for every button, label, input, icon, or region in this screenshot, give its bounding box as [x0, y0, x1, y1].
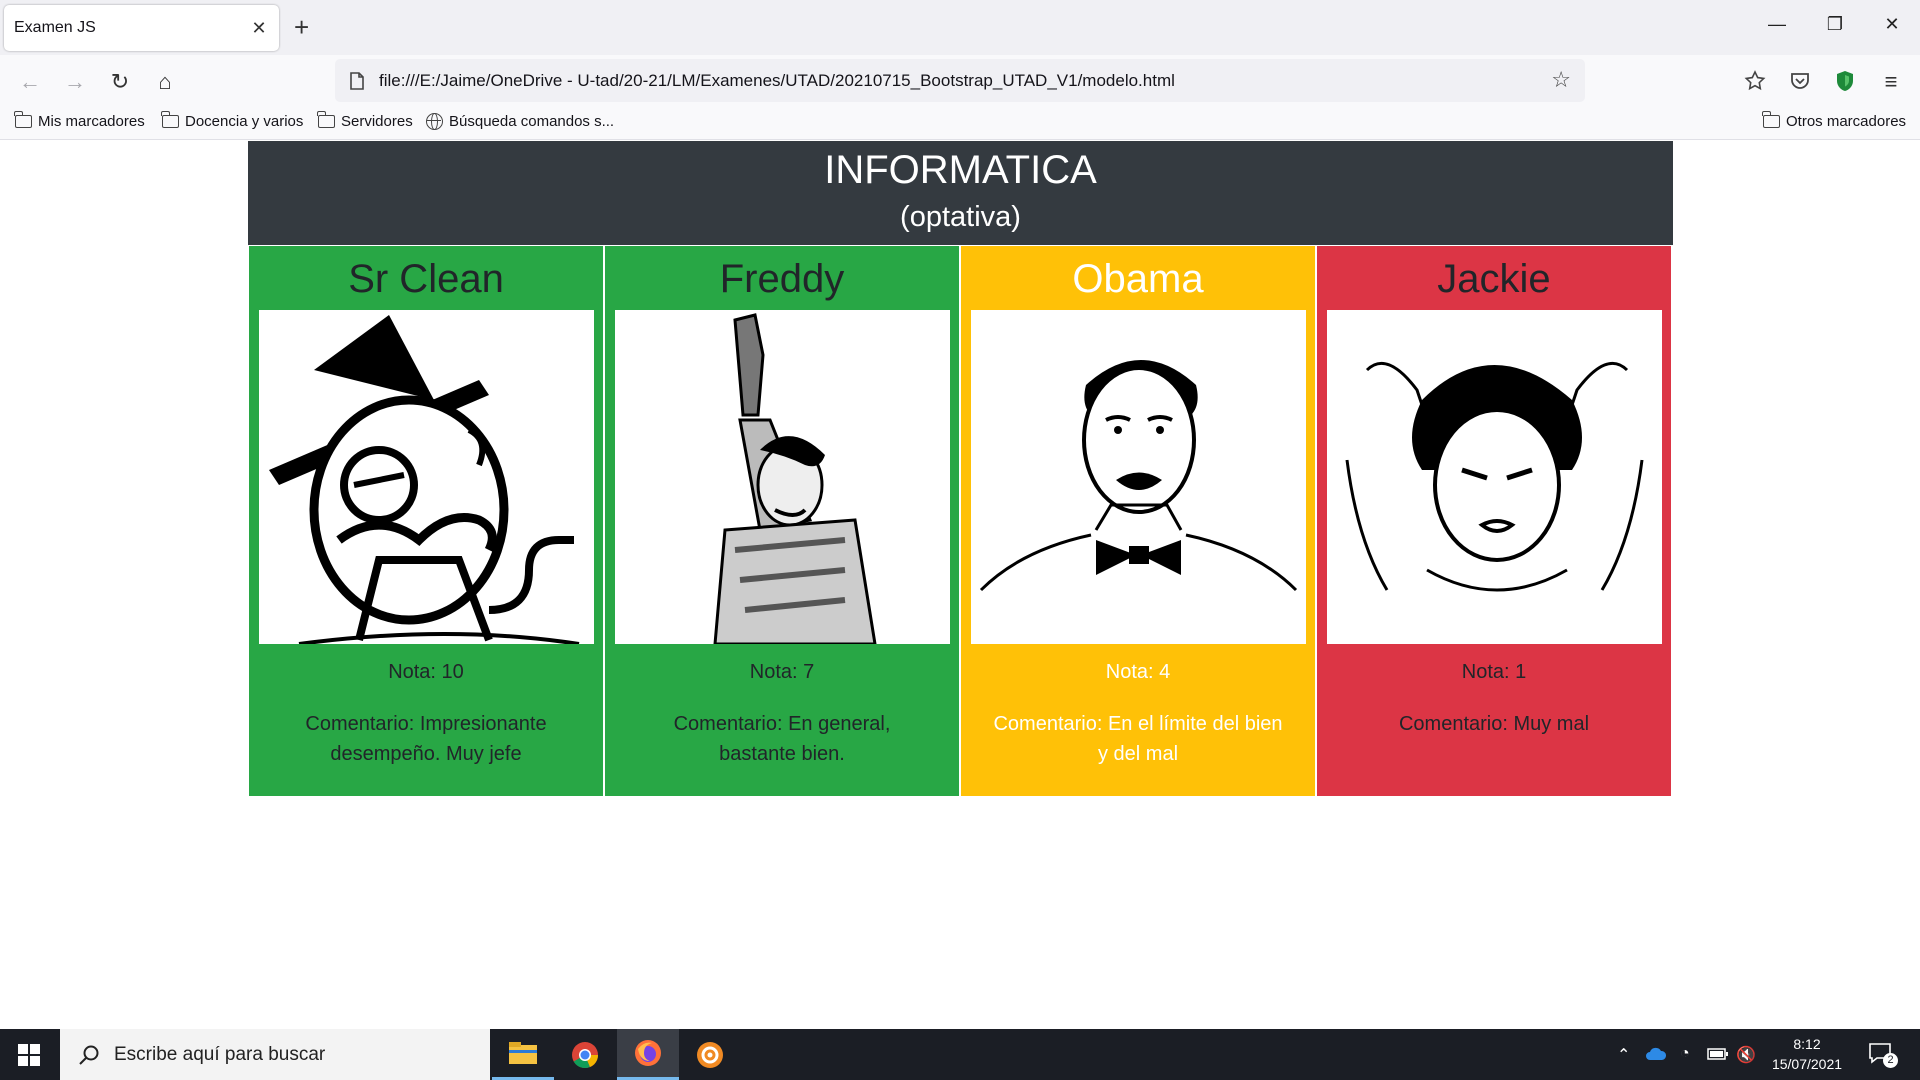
url-text: file:///E:/Jaime/OneDrive - U-tad/20-21/…: [379, 70, 1175, 90]
app-gear-icon[interactable]: [679, 1029, 741, 1080]
card-image: [970, 310, 1306, 644]
card-image: [614, 310, 950, 644]
card-image: [258, 310, 594, 644]
jackie-chan-meme-image: [1345, 361, 1643, 592]
page-header: INFORMATICA (optativa): [248, 141, 1673, 245]
chevron-up-icon[interactable]: ⌃: [1617, 1045, 1630, 1065]
forward-icon[interactable]: →: [60, 67, 90, 97]
card-name: Obama: [1072, 257, 1204, 301]
freddie-mercury-image: [712, 313, 877, 644]
page-title: INFORMATICA: [824, 148, 1097, 192]
clock-time: 8:12: [1793, 1036, 1821, 1052]
folder-icon: [1762, 111, 1780, 128]
clock-date: 15/07/2021: [1771, 1056, 1843, 1072]
bookmark-star-icon[interactable]: ☆: [1551, 67, 1571, 93]
notifications-count: 2: [1883, 1053, 1898, 1068]
windows-taskbar: Escribe aquí para buscar ⌃ ◔ 🔇 8:12 15/0…: [0, 1029, 1920, 1080]
card-name: Jackie: [1437, 257, 1551, 301]
card-nota: Nota: 4: [1105, 661, 1171, 683]
page-subtitle: (optativa): [900, 201, 1021, 233]
taskbar-search[interactable]: Escribe aquí para buscar: [60, 1029, 490, 1080]
close-window-icon[interactable]: ✕: [1877, 14, 1907, 35]
card-nota: Nota: 7: [749, 661, 815, 683]
tab-strip: Examen JS ✕ + — ❐ ✕: [0, 0, 1920, 55]
main-container: INFORMATICA (optativa) Sr Clean Nota: 10…: [248, 141, 1673, 797]
wifi-icon[interactable]: ◔: [1680, 1045, 1690, 1063]
minimize-icon[interactable]: —: [1762, 14, 1792, 35]
search-placeholder: Escribe aquí para buscar: [114, 1043, 326, 1065]
notifications-icon[interactable]: 2: [1868, 1042, 1898, 1068]
bookmarks-bar: Mis marcadores Docencia y varios Servido…: [0, 108, 1920, 140]
bookmark-mis-marcadores[interactable]: Mis marcadores: [14, 111, 145, 130]
home-icon[interactable]: ⌂: [150, 67, 180, 97]
shield-icon[interactable]: [1834, 69, 1856, 93]
menu-icon[interactable]: ≡: [1876, 67, 1906, 97]
volume-muted-icon[interactable]: 🔇: [1736, 1045, 1756, 1065]
bookmark-otros[interactable]: Otros marcadores: [1762, 111, 1906, 130]
card-image: [1326, 310, 1662, 644]
card-name: Sr Clean: [348, 257, 504, 301]
gentleman-meme-image: [268, 315, 579, 644]
tab-title: Examen JS: [14, 19, 96, 36]
folder-icon: [14, 111, 32, 128]
file-icon: [350, 71, 364, 90]
reload-icon[interactable]: ↻: [105, 67, 135, 97]
url-bar[interactable]: file:///E:/Jaime/OneDrive - U-tad/20-21/…: [335, 59, 1585, 102]
pocket-icon[interactable]: [1789, 70, 1811, 92]
card-obama: Obama Nota: 4 Comentario: En el límite d…: [960, 245, 1316, 797]
battery-icon[interactable]: [1707, 1048, 1729, 1060]
card-freddy: Freddy Nota: 7 Comentario: En general, b…: [604, 245, 960, 797]
bookmark-docencia[interactable]: Docencia y varios: [161, 111, 303, 130]
folder-icon: [317, 111, 335, 128]
card-sr-clean: Sr Clean Nota: 10 Comentario: Impresiona…: [248, 245, 604, 797]
firefox-icon[interactable]: [617, 1029, 679, 1080]
card-comentario: Comentario: Impresionante desempeño. Muy…: [305, 713, 547, 765]
card-nota: Nota: 10: [388, 661, 464, 683]
card-nota: Nota: 1: [1461, 661, 1527, 683]
bookmark-servidores[interactable]: Servidores: [317, 111, 413, 130]
chrome-icon[interactable]: [554, 1029, 616, 1080]
card-jackie: Jackie Nota: 1 Comentario: Muy mal: [1316, 245, 1672, 797]
file-explorer-icon[interactable]: [492, 1029, 554, 1080]
card-name: Freddy: [719, 257, 845, 301]
restore-icon[interactable]: ❐: [1820, 14, 1850, 35]
card-comentario: Comentario: En general, bastante bien.: [673, 713, 891, 765]
close-tab-icon[interactable]: ✕: [249, 18, 269, 39]
new-tab-icon[interactable]: +: [294, 13, 309, 41]
search-icon: [79, 1045, 99, 1065]
back-icon[interactable]: ←: [15, 67, 45, 97]
windows-start-icon[interactable]: [18, 1044, 40, 1066]
folder-icon: [161, 111, 179, 128]
navigation-bar: ← → ↻ ⌂ file:///E:/Jaime/OneDrive - U-ta…: [0, 55, 1920, 108]
page-content: INFORMATICA (optativa) Sr Clean Nota: 10…: [0, 141, 1920, 1029]
onedrive-icon[interactable]: [1645, 1047, 1667, 1061]
bookmark-busqueda[interactable]: Búsqueda comandos s...: [426, 113, 614, 130]
globe-icon: [426, 113, 443, 130]
card-comentario: Comentario: En el límite del bien y del …: [993, 713, 1283, 765]
obama-meme-image: [979, 360, 1297, 592]
card-comentario: Comentario: Muy mal: [1398, 713, 1590, 735]
browser-window: Examen JS ✕ + — ❐ ✕ ← → ↻ ⌂ file:///E:/J…: [0, 0, 1920, 1029]
taskbar-clock[interactable]: 8:12 15/07/2021: [1762, 1034, 1852, 1074]
cards-row: Sr Clean Nota: 10 Comentario: Impresiona…: [248, 245, 1673, 797]
tab-examen-js[interactable]: Examen JS ✕: [4, 5, 279, 51]
collections-icon[interactable]: [1744, 70, 1766, 92]
